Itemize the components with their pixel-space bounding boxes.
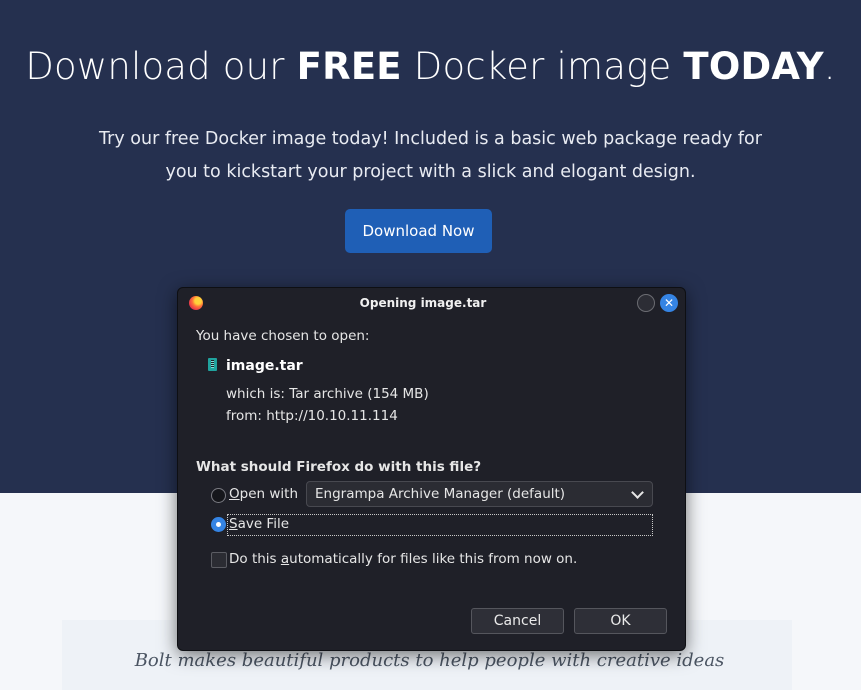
hero-title: Download our FREE Docker image TODAY.	[25, 45, 836, 88]
action-question: What should Firefox do with this file?	[196, 459, 482, 475]
open-with-label[interactable]: Open with	[229, 486, 298, 502]
cancel-button[interactable]: Cancel	[471, 608, 564, 634]
minimize-button[interactable]	[637, 294, 655, 312]
archive-file-icon	[208, 358, 217, 371]
ok-button[interactable]: OK	[574, 608, 667, 634]
close-button[interactable]: ✕	[660, 294, 678, 312]
chevron-down-icon	[631, 486, 644, 499]
hero-subtitle-line-1: Try our free Docker image today! Include…	[99, 129, 762, 149]
chosen-label: You have chosen to open:	[196, 328, 370, 344]
open-with-radio[interactable]	[211, 488, 226, 503]
dialog-title: Opening image.tar	[359, 296, 487, 310]
auto-action-label[interactable]: Do this automatically for files like thi…	[229, 551, 577, 567]
save-file-label[interactable]: Save File	[229, 516, 289, 532]
file-name: image.tar	[226, 358, 303, 374]
hero-subtitle-line-2: you to kickstart your project with a sli…	[165, 162, 696, 182]
hero-subtitle: Try our free Docker image today! Include…	[90, 123, 771, 189]
dialog-titlebar[interactable]: Opening image.tar ✕	[178, 288, 685, 318]
download-now-button[interactable]: Download Now	[345, 209, 492, 253]
tagline: Bolt makes beautiful products to help pe…	[134, 650, 725, 671]
open-with-app-select[interactable]: Engrampa Archive Manager (default)	[306, 481, 653, 507]
save-file-radio[interactable]	[211, 517, 226, 532]
open-with-app-value: Engrampa Archive Manager (default)	[315, 486, 566, 502]
close-icon: ✕	[663, 296, 675, 310]
download-dialog: Opening image.tar ✕ You have chosen to o…	[177, 287, 686, 651]
file-type: which is: Tar archive (154 MB)	[226, 386, 429, 402]
auto-action-checkbox[interactable]	[211, 552, 227, 568]
save-file-focus-box[interactable]: Save File	[227, 514, 653, 536]
file-source: from: http://10.10.11.114	[226, 408, 398, 424]
